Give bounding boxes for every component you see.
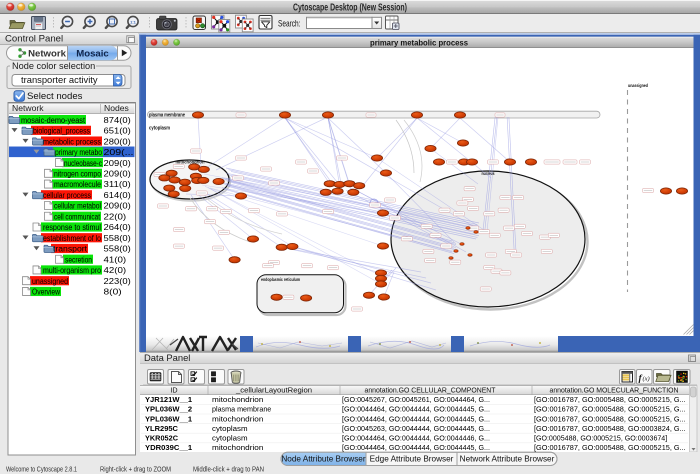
svg-text:plasma membrane: plasma membrane — [149, 112, 185, 118]
svg-text:311(0): 311(0) — [104, 180, 132, 189]
svg-text:Control Panel: Control Panel — [5, 34, 63, 45]
svg-text:YPL036W__1: YPL036W__1 — [145, 414, 193, 423]
svg-text:transport: transport — [53, 245, 88, 254]
svg-text:[GO:0045263, GO:0044444, GO:00: [GO:0045263, GO:0044444, GO:0044445, G..… — [342, 424, 490, 433]
svg-text:[GO:0016787, GO:0005488, GO:00: [GO:0016787, GO:0005488, GO:0005215, G..… — [534, 405, 686, 414]
svg-text:Network Attribute Browser: Network Attribute Browser — [460, 455, 555, 464]
svg-text:nitrogen compo: nitrogen compo — [54, 170, 102, 179]
svg-text:Data Panel: Data Panel — [144, 352, 190, 363]
svg-text:response to stimul: response to stimul — [43, 223, 101, 232]
svg-text:YPL036W__2: YPL036W__2 — [145, 405, 192, 414]
svg-text:Right-click + drag to ZOOM: Right-click + drag to ZOOM — [100, 465, 171, 474]
svg-text:209(0): 209(0) — [104, 170, 132, 179]
svg-text:223(0): 223(0) — [104, 277, 132, 286]
svg-text:Nodes: Nodes — [104, 103, 129, 113]
svg-text:cytoplasm: cytoplasm — [212, 424, 248, 433]
svg-text:209(...: 209(... — [104, 148, 134, 157]
svg-text:plasma membrane: plasma membrane — [212, 405, 271, 414]
svg-text:Search:: Search: — [278, 17, 301, 28]
svg-text:651(0): 651(0) — [104, 127, 132, 136]
svg-text:biological_process: biological_process — [33, 127, 90, 136]
svg-text:nucleobase-c: nucleobase-c — [64, 159, 102, 168]
svg-text:YDR039C__1: YDR039C__1 — [145, 443, 193, 452]
svg-text:cellular metabol: cellular metabol — [54, 202, 101, 211]
svg-text:[GO:0016787, GO:0005488, GO:00: [GO:0016787, GO:0005488, GO:0005215, G..… — [534, 414, 686, 423]
svg-text:Edge Attribute Browser: Edge Attribute Browser — [370, 455, 454, 464]
svg-text:annotation.GO MOLECULAR_FUNCTI: annotation.GO MOLECULAR_FUNCTION — [550, 385, 679, 394]
svg-text:YJR121W__1: YJR121W__1 — [145, 395, 193, 404]
svg-text:209(0): 209(0) — [104, 159, 132, 168]
svg-text:Welcome to Cytoscape 2.8.1: Welcome to Cytoscape 2.8.1 — [6, 465, 77, 474]
svg-text:unassigned: unassigned — [32, 277, 68, 286]
svg-text:multi-organism pro: multi-organism pro — [43, 266, 102, 275]
svg-text:[GO:0016787, GO:0005488, GO:00: [GO:0016787, GO:0005488, GO:0003824, G..… — [534, 424, 686, 433]
svg-text:[GO:0016787, GO:0005488, GO:00: [GO:0016787, GO:0005488, GO:0005215, G..… — [534, 395, 686, 404]
svg-text:209(0): 209(0) — [104, 202, 132, 211]
svg-text:22(0): 22(0) — [104, 212, 127, 221]
svg-text:Mosaic: Mosaic — [76, 48, 109, 59]
svg-text:558(0): 558(0) — [104, 234, 132, 243]
svg-text:secretion: secretion — [65, 255, 92, 264]
svg-text:(x): (x) — [643, 376, 650, 383]
svg-text:[GO:0044464, GO:0044444, GO:00: [GO:0044464, GO:0044444, GO:0044445, G..… — [342, 414, 490, 423]
svg-text:cytoplasm: cytoplasm — [149, 126, 170, 132]
svg-text:annotation.GO CELLULAR_COMPONE: annotation.GO CELLULAR_COMPONENT — [365, 385, 497, 394]
svg-text:_cellularLayoutRegion: _cellularLayoutRegion — [235, 385, 312, 394]
svg-text:establishment of lo: establishment of lo — [43, 234, 102, 243]
svg-text:mitochondrion: mitochondrion — [212, 443, 263, 452]
svg-text:mitochondrion: mitochondrion — [212, 395, 263, 404]
svg-text:cell communicat: cell communicat — [54, 212, 101, 221]
svg-text:primary metabolic process: primary metabolic process — [370, 39, 468, 48]
svg-text:41(0): 41(0) — [104, 255, 127, 264]
svg-text:[GO:0044464, GO:0044444, GO:00: [GO:0044464, GO:0044444, GO:0044445, G..… — [342, 405, 490, 414]
svg-text:8(0): 8(0) — [104, 288, 123, 297]
svg-text:metabolic process: metabolic process — [43, 137, 101, 146]
svg-text:558(0): 558(0) — [104, 245, 132, 254]
svg-text:Cytoscape Desktop (New Session: Cytoscape Desktop (New Session) — [293, 2, 407, 13]
svg-text:mitochondrion: mitochondrion — [212, 414, 263, 423]
svg-text:[GO:0044464, GO:0044444, GO:00: [GO:0044464, GO:0044444, GO:0044445, G..… — [342, 443, 490, 452]
svg-text:endoplasmic reticulum: endoplasmic reticulum — [261, 277, 300, 283]
svg-text:ID: ID — [170, 385, 177, 394]
svg-text:Middle-click + drag to PAN: Middle-click + drag to PAN — [193, 465, 264, 474]
svg-text:Node Attribute Browser: Node Attribute Browser — [281, 455, 365, 464]
svg-text:cellular process: cellular process — [43, 191, 91, 200]
svg-text:1:1: 1:1 — [130, 20, 137, 25]
svg-text:Select nodes: Select nodes — [27, 91, 83, 102]
svg-text:Overview: Overview — [32, 288, 60, 297]
svg-text:primary metabo: primary metabo — [55, 148, 103, 157]
svg-text:280(0): 280(0) — [104, 137, 132, 146]
svg-text:[GO:0005488, GO:0005215, GO:00: [GO:0005488, GO:0005215, GO:0003674] — [534, 434, 667, 443]
svg-text:mosaic-demo-yeast: mosaic-demo-yeast — [21, 116, 86, 125]
svg-text:unassigned: unassigned — [628, 83, 648, 88]
svg-text:[GO:0044464, GO:0044444, GO:00: [GO:0044464, GO:0044444, GO:0044446, G..… — [342, 434, 490, 443]
svg-text:macromolecule: macromolecule — [54, 180, 102, 189]
svg-text:Node color selection: Node color selection — [12, 61, 95, 71]
svg-text:Network: Network — [12, 103, 44, 113]
svg-text:[GO:0045267, GO:0045261, GO:00: [GO:0045267, GO:0045261, GO:0044464, G..… — [342, 395, 490, 404]
svg-text:transporter activity: transporter activity — [21, 74, 98, 85]
svg-text:[GO:0016787, GO:0005488, GO:00: [GO:0016787, GO:0005488, GO:0005215, G..… — [534, 443, 686, 452]
svg-text:YLR295C: YLR295C — [145, 424, 178, 433]
svg-text:cytoplasm: cytoplasm — [212, 434, 248, 443]
svg-text:YKR052C: YKR052C — [145, 434, 178, 443]
svg-text:874(0): 874(0) — [104, 116, 132, 125]
svg-text:614(0): 614(0) — [104, 191, 132, 200]
svg-text:264(0): 264(0) — [104, 223, 132, 232]
svg-text:Network: Network — [28, 48, 67, 59]
svg-text:42(0): 42(0) — [104, 266, 127, 275]
